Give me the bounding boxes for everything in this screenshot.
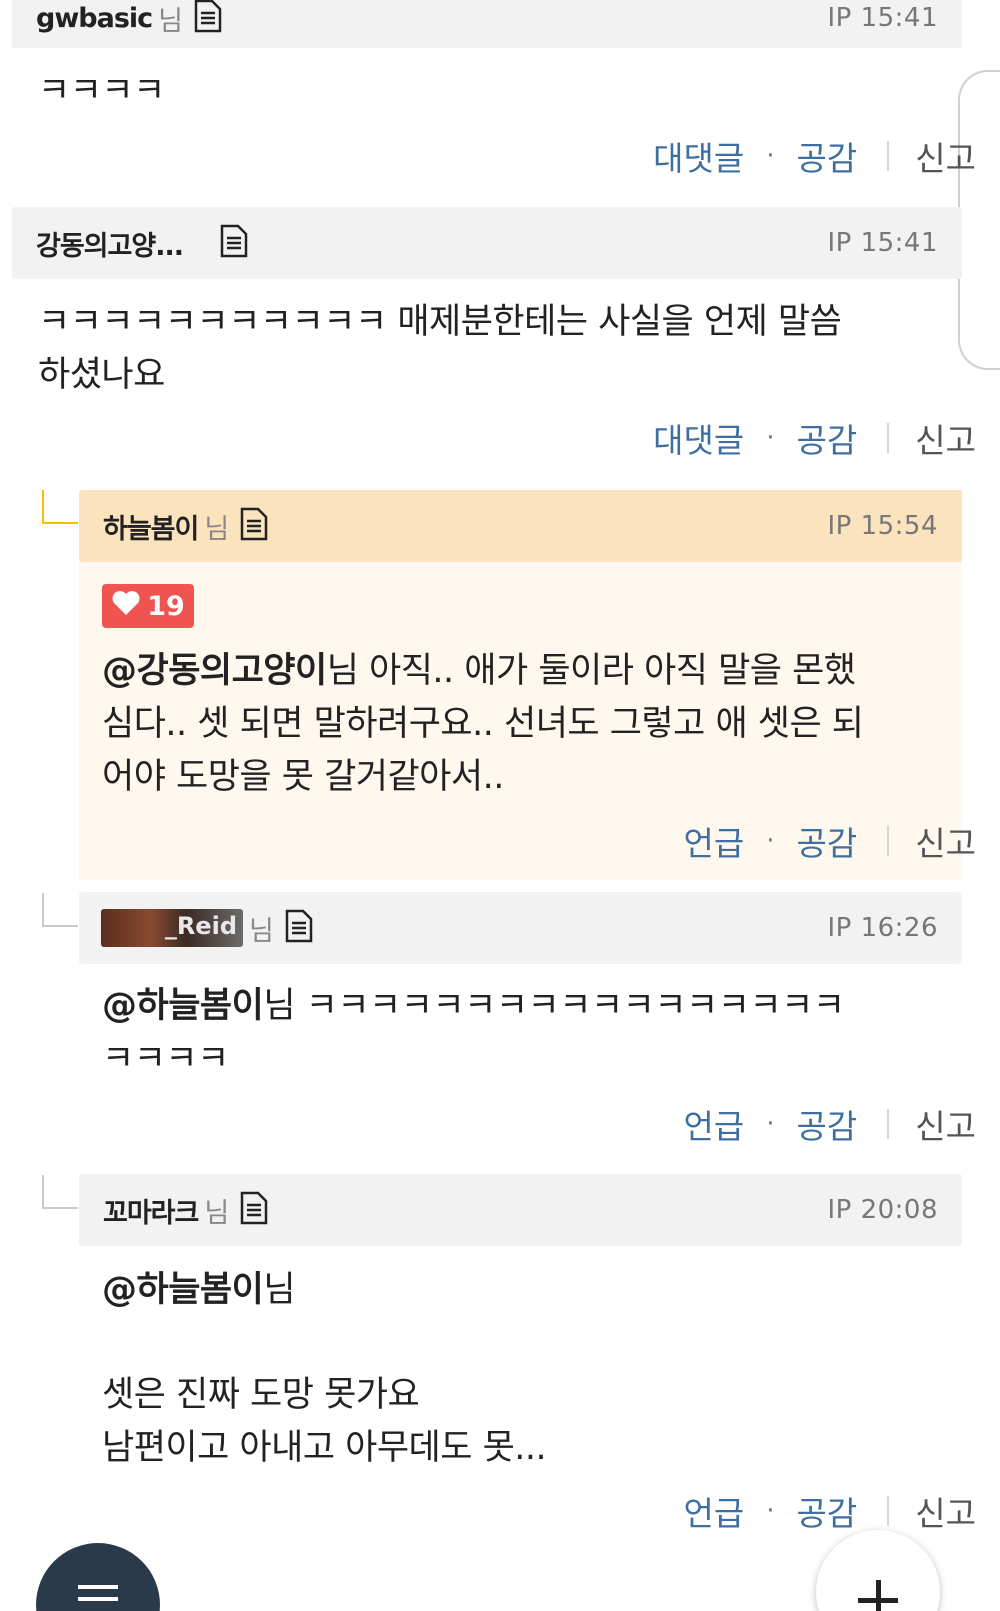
- comment-header: 하늘봄이 님 IP 15:54: [79, 490, 962, 562]
- document-icon[interactable]: [284, 909, 314, 947]
- mention-link[interactable]: @하늘봄이: [102, 986, 264, 1026]
- report-button[interactable]: 신고: [915, 1100, 976, 1148]
- mention-button[interactable]: 언급: [684, 1100, 745, 1148]
- comment-body-line: 남편이고 아내고 아무데도 못...: [102, 1428, 547, 1468]
- author-image-nickname[interactable]: _Reid: [101, 909, 243, 947]
- separator-dot: ·: [766, 423, 775, 453]
- comment-time: IP 15:41: [827, 228, 938, 258]
- report-button[interactable]: 신고: [915, 817, 976, 865]
- separator-dot: ·: [766, 826, 775, 856]
- mention-link[interactable]: @하늘봄이: [102, 1270, 264, 1310]
- comment-actions: 대댓글 · 공감 신고: [653, 414, 976, 462]
- report-button[interactable]: 신고: [915, 414, 976, 462]
- author-suffix: 님: [204, 1197, 230, 1229]
- comment-text: 님: [263, 1270, 296, 1310]
- comment-time: IP 20:08: [827, 1195, 938, 1225]
- menu-button[interactable]: [36, 1543, 160, 1611]
- like-count: 19: [147, 590, 185, 622]
- write-comment-button[interactable]: [816, 1530, 940, 1611]
- divider: [887, 423, 890, 453]
- comment-body-line: @강동의고양이님 아직.. 애가 둘이라 아직 말을 몬했: [102, 644, 856, 698]
- comment-actions: 언급 · 공감 신고: [684, 1100, 976, 1148]
- comment-actions: 언급 · 공감 신고: [684, 1487, 976, 1535]
- like-button[interactable]: 공감: [797, 1100, 858, 1148]
- divider: [887, 1496, 890, 1526]
- comment-actions: 대댓글 · 공감 신고: [653, 132, 976, 180]
- document-icon[interactable]: [239, 507, 269, 545]
- side-panel-edge: [958, 70, 1000, 370]
- like-button[interactable]: 공감: [797, 132, 858, 180]
- author-suffix: 님: [158, 5, 183, 37]
- divider: [887, 826, 890, 856]
- separator-dot: ·: [766, 1109, 775, 1139]
- author-suffix: 님: [204, 513, 230, 545]
- heart-icon: [111, 590, 141, 623]
- comment-text: 님 ㅋㅋㅋㅋㅋㅋㅋㅋㅋㅋㅋㅋㅋㅋㅋㅋㅋ: [263, 986, 845, 1026]
- comment-body-line: ㅋㅋㅋㅋㅋㅋㅋㅋㅋㅋㅋ 매제분한테는 사실을 언제 말씀: [38, 302, 842, 342]
- document-icon[interactable]: [219, 224, 249, 262]
- reply-indicator: [42, 893, 78, 927]
- comment-body-line: 셋은 진짜 도망 못가요: [102, 1375, 420, 1415]
- comment-author[interactable]: gwbasic: [36, 3, 153, 34]
- mention-button[interactable]: 언급: [684, 817, 745, 865]
- mention-link[interactable]: @강동의고양이: [102, 651, 327, 691]
- separator-dot: ·: [766, 1496, 775, 1526]
- comment-author[interactable]: 꼬마라크: [103, 1191, 199, 1230]
- comment-time: IP 15:41: [827, 3, 938, 33]
- comment-body-line: 하셨나요: [38, 355, 165, 395]
- like-button[interactable]: 공감: [797, 1487, 858, 1535]
- like-count-badge: 19: [102, 584, 194, 628]
- like-button[interactable]: 공감: [797, 817, 858, 865]
- comment-header: 꼬마라크 님 IP 20:08: [79, 1174, 962, 1246]
- comment-author[interactable]: 하늘봄이: [103, 507, 199, 546]
- comment-actions: 언급 · 공감 신고: [684, 817, 976, 865]
- comment-body: ㅋㅋㅋㅋ: [38, 71, 165, 111]
- comment-author[interactable]: 강동의고양...: [36, 224, 184, 263]
- comment-header: 강동의고양... IP 15:41: [12, 207, 962, 279]
- report-button[interactable]: 신고: [915, 1487, 976, 1535]
- mention-button[interactable]: 언급: [684, 1487, 745, 1535]
- comment-body-line: @하늘봄이님: [102, 1263, 296, 1317]
- reply-button[interactable]: 대댓글: [653, 414, 744, 462]
- comment-time: IP 15:54: [827, 511, 938, 541]
- comment-header: gwbasic 님 IP 15:41: [12, 0, 962, 48]
- comment-body-line: @하늘봄이님 ㅋㅋㅋㅋㅋㅋㅋㅋㅋㅋㅋㅋㅋㅋㅋㅋㅋ: [102, 979, 845, 1033]
- report-button[interactable]: 신고: [915, 132, 976, 180]
- author-suffix: 님: [249, 915, 274, 947]
- document-icon[interactable]: [239, 1191, 269, 1229]
- comment-time: IP 16:26: [827, 913, 938, 943]
- document-icon[interactable]: [193, 0, 223, 37]
- divider: [887, 141, 890, 171]
- like-button[interactable]: 공감: [797, 414, 858, 462]
- reply-indicator: [42, 1175, 78, 1209]
- comment-text: 님 아직.. 애가 둘이라 아직 말을 몬했: [326, 651, 856, 691]
- comment-body-line: 심다.. 셋 되면 말하려구요.. 선녀도 그렇고 애 셋은 되: [102, 704, 864, 744]
- comment-body-line: 어야 도망을 못 갈거같아서..: [102, 757, 504, 797]
- comment-header: _Reid 님 IP 16:26: [79, 892, 962, 964]
- comment-body-line: ㅋㅋㅋㅋ: [102, 1039, 229, 1079]
- reply-indicator: [42, 490, 78, 524]
- separator-dot: ·: [766, 141, 775, 171]
- reply-button[interactable]: 대댓글: [653, 132, 744, 180]
- divider: [887, 1109, 890, 1139]
